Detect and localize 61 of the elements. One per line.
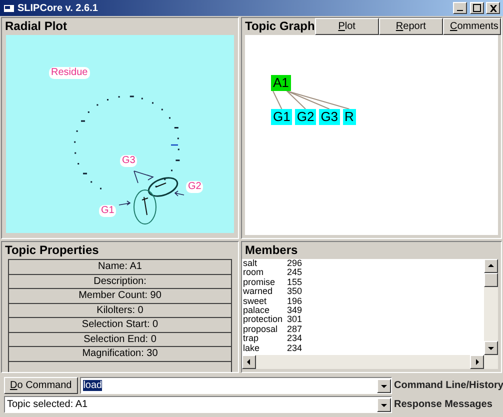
graph-toolbar-button[interactable]: Report [378,18,443,35]
combo-box[interactable]: load [80,377,392,394]
property-text: Name: A1 [98,261,142,272]
graph-toolbar-button[interactable]: Comments [443,18,501,35]
scrollbar-corner [484,355,498,369]
combo-label: Response Messages [394,398,494,412]
member-word: promise [243,278,276,288]
plot-label: G1 [99,205,116,217]
combo-box[interactable]: Topic selected: A1 [4,396,392,413]
member-count: 296 [287,259,302,268]
member-count: 245 [287,268,302,278]
graph-node[interactable]: G2 [294,109,316,125]
maximize-button[interactable] [470,2,484,14]
minimize-button[interactable] [453,2,467,14]
plot-label: G3 [120,155,138,167]
member-count: 196 [287,296,302,306]
member-word: lake [243,344,261,354]
member-word: proposal [243,324,278,334]
property-text: Member Count: 90 [78,290,162,301]
panel-title: Topic Graph [244,18,315,35]
member-word: salt [243,259,258,268]
plot-label: G2 [186,181,204,193]
close-icon [490,4,496,12]
property-text: Magnification: 30 [82,348,158,359]
do-command-button[interactable]: Do Command [4,377,78,394]
member-word: room [243,268,265,278]
combo-value: load [83,380,102,391]
property-text: Description: [94,276,146,286]
graph-node[interactable]: R [342,109,356,125]
graph-node[interactable]: G3 [318,109,340,125]
property-text: Selection Start: 0 [82,319,158,330]
graph-node[interactable]: G1 [271,109,292,125]
panel-title: Radial Plot [4,18,68,35]
member-word: sweet [243,296,268,306]
scroll-thumb[interactable] [484,273,498,287]
member-count: 287 [287,324,302,334]
combo-value: Topic selected: A1 [7,399,88,410]
member-count: 301 [287,315,302,325]
maximize-icon [472,4,480,12]
property-text: Kilolters: 0 [96,304,144,316]
member-count: 234 [287,334,302,344]
panel-title: Topic Properties [4,242,100,259]
window-title: SLIPCore v. 2.6.1 [18,2,99,16]
vertical-scrollbar[interactable] [484,259,498,355]
member-word: palace [243,306,271,316]
connector-line [272,90,282,110]
app-icon [3,3,15,13]
member-word: trap [243,334,259,344]
member-word: protection [243,315,284,325]
graph-toolbar-button[interactable]: Plot [314,18,379,35]
member-count: 155 [287,278,302,288]
graph-node[interactable]: A1 [271,75,291,91]
plot-label: Residue [49,67,90,79]
panel-title: Members [244,242,299,259]
member-count: 350 [287,287,302,297]
horizontal-scrollbar[interactable] [242,355,484,369]
close-button[interactable] [486,2,500,14]
member-word: warned [243,287,273,297]
property-text: Selection End: 0 [84,334,156,344]
member-count: 234 [287,344,302,354]
member-count: 349 [287,306,302,316]
